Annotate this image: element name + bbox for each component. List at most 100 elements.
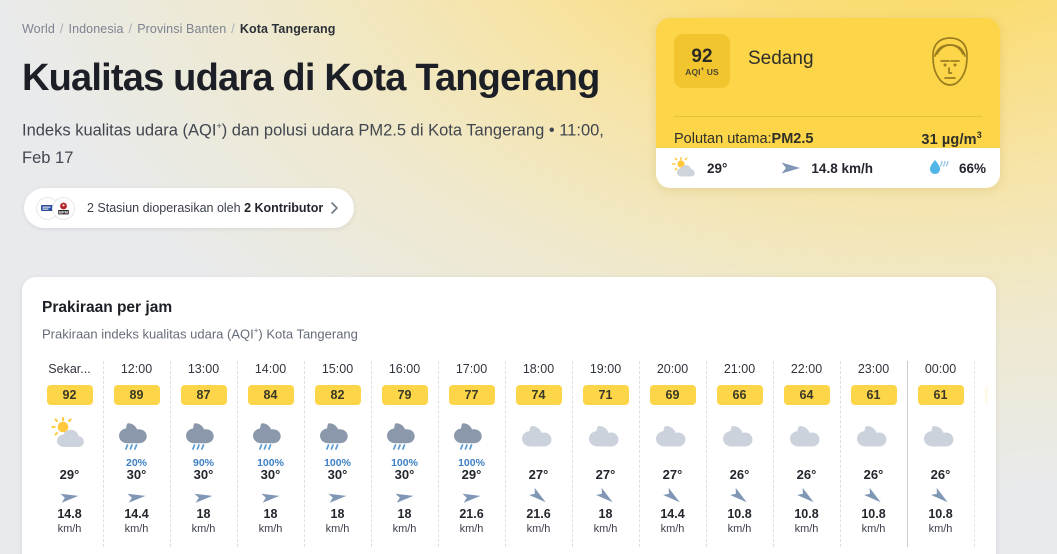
forecast-hour-wind-direction-arrow-icon [796,487,818,503]
forecast-hour-temperature: 30° [327,467,348,482]
forecast-hour-column[interactable]: 00:00 61 26° 10.8 km/h [907,359,974,547]
rain-cloud-icon [384,417,426,456]
forecast-hour-time: 21:00 [723,362,756,376]
cloud-icon [518,417,560,456]
forecast-hour-temperature: 30° [394,467,415,482]
bpm-logo-icon: BPM [52,196,75,220]
forecast-hour-aqi-badge: 74 [515,385,562,405]
forecast-hour-wind-direction-arrow-icon [528,487,550,503]
forecast-hour-aqi-badge: 6 [984,385,996,405]
forecast-hour-aqi-badge: 92 [46,385,93,405]
aqi-category-label: Sedang [748,48,814,69]
forecast-hour-weather [49,417,91,463]
breadcrumb-item-world[interactable]: World [22,22,55,36]
forecast-hour-temperature: 26° [863,467,884,482]
forecast-hour-aqi-badge: 66 [716,385,763,405]
svg-text:BPM: BPM [59,209,69,214]
forecast-hour-wind-unit: km/h [660,523,685,535]
forecast-hour-wind-direction-arrow-icon [729,487,751,503]
forecast-hour-column[interactable]: 01:6 26 10.km/h [974,359,996,547]
forecast-hour-wind-unit: km/h [124,523,149,535]
forecast-hour-wind-speed: 14.4 [124,507,149,521]
page-title: Kualitas udara di Kota Tangerang [22,57,600,99]
forecast-hour-weather [987,417,996,463]
forecast-hour-wind-direction-arrow-icon [193,491,215,503]
station-contributors-pill[interactable]: BPM 2 Stasiun dioperasikan oleh 2 Kontri… [24,188,354,228]
cloud-icon [652,417,694,456]
hourly-forecast-list[interactable]: Sekar... 92 29° 14.8 km/h 12:00 89 20% 30° 14… [36,359,996,547]
forecast-hour-weather: 100% [317,417,359,469]
forecast-hour-column[interactable]: 18:00 74 27° 21.6 km/h [505,359,572,547]
hourly-forecast-card: Prakiraan per jam Prakiraan indeks kuali… [22,277,996,554]
rain-cloud-icon [116,417,158,456]
wind-direction-arrow-icon [779,159,803,177]
humidity-droplet-icon [927,158,951,178]
forecast-hour-wind-unit: km/h [191,523,216,535]
aqi-unit-label: AQI+ US [685,67,719,77]
forecast-hour-wind-speed: 18 [330,507,345,521]
forecast-hour-column[interactable]: 23:00 61 26° 10.8 km/h [840,359,907,547]
forecast-hour-column[interactable]: 16:00 79 100% 30° 18 km/h [371,359,438,547]
forecast-hour-column[interactable]: 13:00 87 90% 30° 18 km/h [170,359,237,547]
forecast-hour-wind-speed: 18 [397,507,412,521]
forecast-hour-time: 17:00 [455,362,488,376]
forecast-hour-column[interactable]: 17:00 77 100% 29° 21.6 km/h [438,359,505,547]
forecast-hour-wind-direction-arrow-icon [595,487,617,503]
forecast-hour-wind-speed: 21.6 [526,507,551,521]
rain-cloud-icon [183,417,225,456]
cloud-icon [585,417,627,456]
aqi-value: 92 [691,45,713,67]
forecast-hour-aqi-badge: 87 [180,385,227,405]
forecast-hour-time: 22:00 [790,362,823,376]
forecast-hour-column[interactable]: 14:00 84 100% 30° 18 km/h [237,359,304,547]
forecast-hour-aqi-badge: 82 [314,385,361,405]
forecast-hour-wind-unit: km/h [593,523,618,535]
forecast-hour-wind-direction-arrow-icon [260,491,282,503]
forecast-hour-column[interactable]: 12:00 89 20% 30° 14.4 km/h [103,359,170,547]
forecast-hour-wind-speed: 10.8 [794,507,819,521]
forecast-hour-wind-unit: km/h [928,523,953,535]
cloud-icon [987,417,996,456]
forecast-hour-temperature: 26° [796,467,817,482]
weather-wind: 14.8 km/h [779,159,873,177]
forecast-hour-temperature: 30° [126,467,147,482]
forecast-hour-weather [585,417,627,463]
breadcrumb-item-indonesia[interactable]: Indonesia [69,22,124,36]
forecast-hour-wind-direction-arrow-icon [126,491,148,503]
concentration-unit: µg/m [941,131,977,148]
forecast-hour-wind-unit: km/h [794,523,819,535]
forecast-hour-wind-speed: 18 [263,507,278,521]
forecast-hour-wind-direction-arrow-icon [662,487,684,503]
breadcrumb-separator: / [128,22,133,36]
forecast-hour-time: 15:00 [321,362,354,376]
current-weather-row: 29° 14.8 km/h 66% [656,148,1000,188]
forecast-hour-wind-direction-arrow-icon [461,491,483,503]
forecast-hour-column[interactable]: 15:00 82 100% 30° 18 km/h [304,359,371,547]
forecast-hour-time: 13:00 [187,362,220,376]
forecast-hour-wind-speed: 14.4 [660,507,685,521]
forecast-hour-aqi-badge: 61 [850,385,897,405]
concentration-value: 31 [921,131,938,148]
forecast-hour-aqi-badge: 64 [783,385,830,405]
forecast-subtitle: Prakiraan indeks kualitas udara (AQI+) K… [42,326,358,341]
sun-behind-cloud-icon [49,417,91,456]
forecast-hour-aqi-badge: 77 [448,385,495,405]
forecast-hour-weather: 100% [250,417,292,469]
station-pill-label: 2 Stasiun dioperasikan oleh 2 Kontributo… [87,201,323,215]
forecast-hour-time: 16:00 [388,362,421,376]
forecast-hour-column[interactable]: 21:00 66 26° 10.8 km/h [706,359,773,547]
chevron-right-icon[interactable] [326,200,342,216]
forecast-hour-column[interactable]: 20:00 69 27° 14.4 km/h [639,359,706,547]
aqi-unit-post: US [704,66,719,77]
forecast-hour-weather: 100% [451,417,493,469]
forecast-hour-aqi-badge: 84 [247,385,294,405]
forecast-hour-column[interactable]: 19:00 71 27° 18 km/h [572,359,639,547]
forecast-hour-column[interactable]: 22:00 64 26° 10.8 km/h [773,359,840,547]
main-pollutant-label: Polutan utama: [674,131,772,147]
forecast-hour-wind-unit: km/h [727,523,752,535]
forecast-hour-column[interactable]: Sekar... 92 29° 14.8 km/h [36,359,103,536]
forecast-hour-weather [920,417,962,463]
breadcrumb-item-provinsi-banten[interactable]: Provinsi Banten [137,22,226,36]
forecast-hour-aqi-badge: 89 [113,385,160,405]
forecast-hour-weather [786,417,828,463]
